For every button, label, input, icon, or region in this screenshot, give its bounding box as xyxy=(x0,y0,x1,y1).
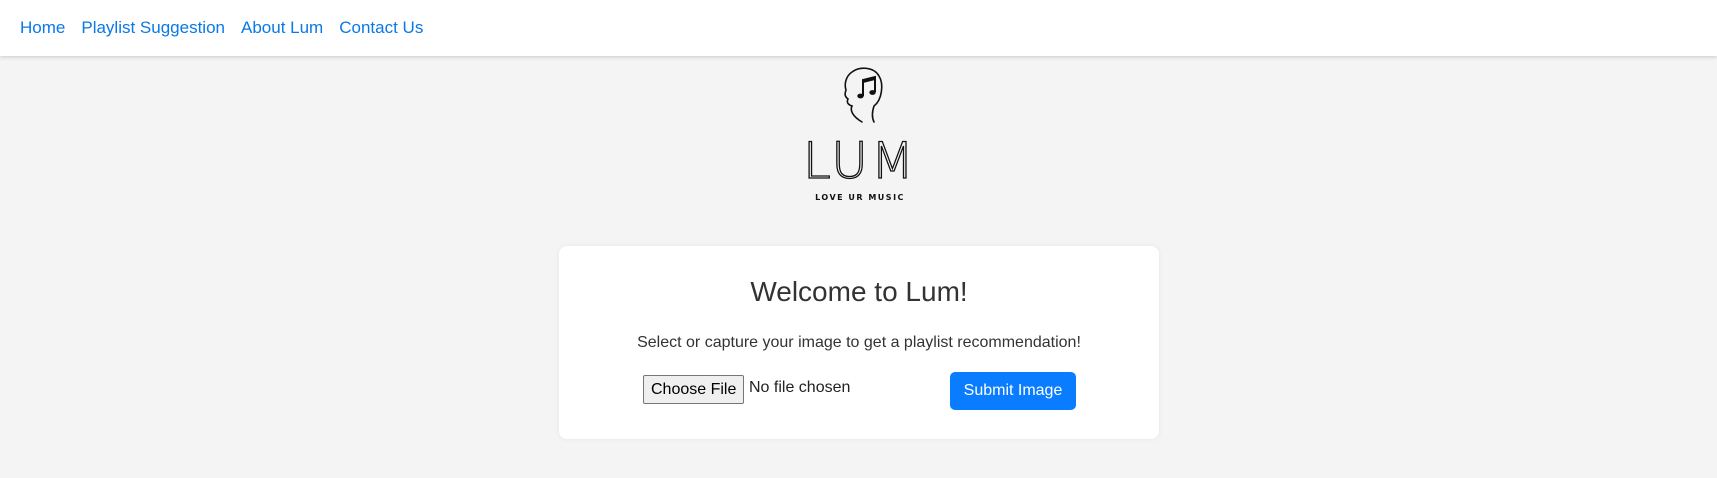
top-navbar: Home Playlist Suggestion About Lum Conta… xyxy=(0,0,1717,56)
choose-file-button[interactable]: Choose File xyxy=(643,375,745,404)
logo-wordmark: LUM xyxy=(803,132,917,190)
lum-logo: LUM LOVE UR MUSIC xyxy=(800,66,920,204)
lum-logo-graphic: LUM LOVE UR MUSIC xyxy=(802,67,917,202)
welcome-heading: Welcome to Lum! xyxy=(750,276,968,307)
music-note-icon xyxy=(857,75,876,99)
upload-instructions: Select or capture your image to get a pl… xyxy=(637,334,1081,351)
logo-tagline: LOVE UR MUSIC xyxy=(815,193,905,202)
nav-link-playlist-suggestion[interactable]: Playlist Suggestion xyxy=(81,18,225,38)
submit-image-button[interactable]: Submit Image xyxy=(950,372,1076,410)
file-status-text: No file chosen xyxy=(749,379,851,396)
nav-link-home[interactable]: Home xyxy=(20,18,65,38)
nav-link-contact-us[interactable]: Contact Us xyxy=(339,18,423,38)
upload-card: Welcome to Lum! Select or capture your i… xyxy=(559,246,1159,439)
nav-link-about-lum[interactable]: About Lum xyxy=(241,18,323,38)
